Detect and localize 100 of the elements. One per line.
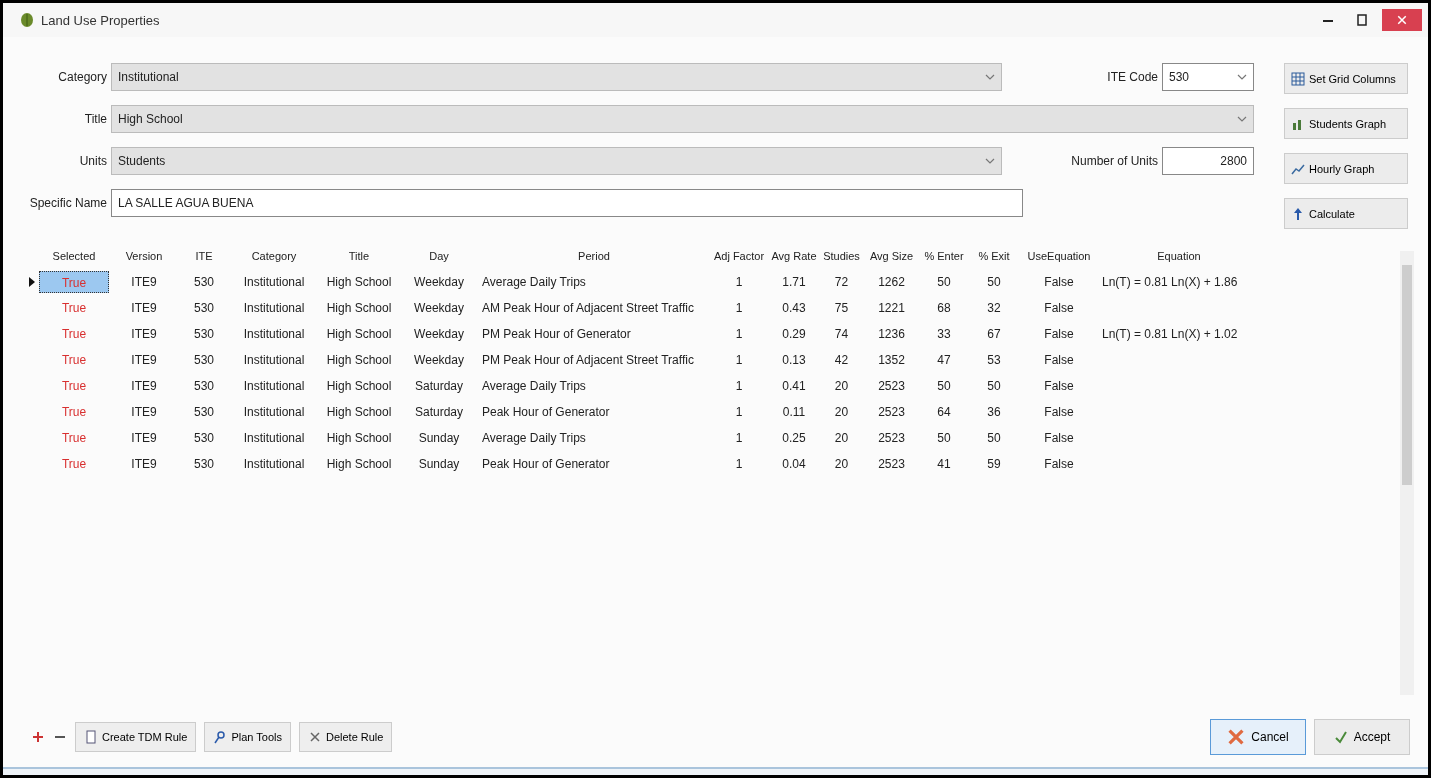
table-cell[interactable]: True	[39, 401, 109, 423]
toolbar-button[interactable]: Plan Tools	[204, 722, 291, 752]
table-cell[interactable]: True	[39, 453, 109, 475]
pin-icon	[213, 730, 228, 744]
column-header[interactable]: Studies	[819, 250, 864, 262]
table-cell-text: False	[1043, 430, 1075, 447]
maximize-icon[interactable]	[1354, 12, 1370, 28]
number-of-units-field[interactable]: 2800	[1162, 147, 1254, 175]
table-cell-text: Sunday	[417, 430, 461, 447]
document-icon	[84, 730, 98, 744]
table-cell-text: 53	[986, 352, 1002, 369]
units-dropdown[interactable]: Students	[111, 147, 1002, 175]
table-cell-text: Weekday	[413, 274, 465, 291]
table-cell-text: ITE9	[130, 430, 158, 447]
table-cell-text: 33	[936, 326, 952, 343]
column-header[interactable]: % Exit	[969, 250, 1019, 262]
specific-name-field[interactable]: LA SALLE AGUA BUENA	[111, 189, 1023, 217]
toolbar-button[interactable]: Delete Rule	[298, 722, 393, 752]
scrollbar[interactable]	[1400, 251, 1414, 695]
title-dropdown[interactable]: High School	[111, 105, 1254, 133]
column-header[interactable]: Category	[229, 250, 319, 262]
table-cell-text: Ln(T) = 0.81 Ln(X) + 1.02	[1101, 326, 1239, 343]
table-cell-text: 530	[193, 352, 215, 369]
table-cell-text: False	[1043, 456, 1075, 473]
window-title: Land Use Properties	[41, 12, 160, 28]
side-button[interactable]: Hourly Graph	[1284, 153, 1408, 184]
column-header[interactable]: Version	[109, 250, 179, 262]
table-cell-text: 20	[833, 404, 850, 421]
table-cell-text: False	[1043, 300, 1075, 317]
table-cell-text: 41	[936, 456, 952, 473]
table-cell-text: 2523	[877, 378, 906, 395]
side-button[interactable]: Students Graph	[1284, 108, 1408, 139]
column-header[interactable]: UseEquation	[1019, 250, 1099, 262]
table-cell-text: ITE9	[130, 352, 158, 369]
table-cell-text: High School	[325, 430, 393, 447]
plus-icon[interactable]	[31, 730, 45, 744]
grid-icon	[1291, 71, 1305, 86]
column-header[interactable]: Day	[399, 250, 479, 262]
column-header[interactable]: % Enter	[919, 250, 969, 262]
table-cell-text: Institutional	[242, 430, 306, 447]
table-cell-text: 530	[193, 404, 215, 421]
dialog-button[interactable]: Accept	[1314, 719, 1410, 755]
table-cell-text: False	[1043, 352, 1075, 369]
ite-code-dropdown[interactable]: 530	[1162, 63, 1254, 91]
table-cell-text: ITE9	[130, 300, 158, 317]
table-cell-text: 0.25	[781, 430, 807, 447]
table-cell-text: High School	[325, 274, 393, 291]
dialog-button[interactable]: Cancel	[1210, 719, 1306, 755]
column-header[interactable]: ITE	[179, 250, 229, 262]
table-cell-text: 64	[936, 404, 952, 421]
side-button[interactable]: Set Grid Columns	[1284, 63, 1408, 94]
field-label: Units	[78, 154, 107, 168]
table-cell-text: 50	[936, 378, 952, 395]
column-header[interactable]: Equation	[1099, 250, 1259, 262]
toolbar-button[interactable]: Create TDM Rule	[75, 722, 197, 752]
chevron-down-icon	[1237, 74, 1247, 80]
column-header[interactable]: Selected	[39, 250, 109, 262]
table-cell[interactable]: True	[39, 297, 109, 319]
table-cell-text: 530	[193, 430, 215, 447]
table-cell-text: 50	[936, 430, 952, 447]
table-cell-text: 67	[986, 326, 1002, 343]
table-cell-text: 20	[833, 456, 850, 473]
table-cell[interactable]: True	[39, 323, 109, 345]
column-header[interactable]: Avg Size	[864, 250, 919, 262]
table-cell[interactable]: True	[39, 427, 109, 449]
table-cell-text: High School	[325, 300, 393, 317]
table-cell-text: 1	[734, 430, 744, 447]
table-cell-text: 1.71	[781, 274, 807, 291]
category-dropdown[interactable]: Institutional	[111, 63, 1002, 91]
table-cell-text: 1	[734, 404, 744, 421]
table-cell-text: Sunday	[417, 456, 461, 473]
column-header[interactable]: Title	[319, 250, 399, 262]
table-cell-text: 1	[734, 352, 744, 369]
table-cell-text: Institutional	[242, 300, 306, 317]
table-cell-text: AM Peak Hour of Adjacent Street Traffic	[481, 300, 695, 317]
table-cell-text: 530	[193, 326, 215, 343]
table-cell[interactable]: True	[39, 375, 109, 397]
column-header[interactable]: Adj Factor	[709, 250, 769, 262]
table-cell-text: 0.13	[781, 352, 807, 369]
column-header[interactable]: Avg Rate	[769, 250, 819, 262]
field-label: ITE Code	[1106, 70, 1158, 84]
table-cell-text: Institutional	[242, 378, 306, 395]
table-cell-text: Saturday	[414, 378, 464, 395]
table-cell-text: Weekday	[413, 352, 465, 369]
table-cell-text: False	[1043, 378, 1075, 395]
table-cell[interactable]: True	[39, 349, 109, 371]
table-cell-text: 2523	[877, 404, 906, 421]
side-button[interactable]: Calculate	[1284, 198, 1408, 229]
table-cell-text: 50	[986, 378, 1002, 395]
table-cell-text: Ln(T) = 0.81 Ln(X) + 1.86	[1101, 274, 1239, 291]
table-cell-text: Weekday	[413, 300, 465, 317]
cross-icon	[307, 730, 322, 744]
table-cell-text: 1	[734, 326, 744, 343]
column-header[interactable]: Period	[479, 250, 709, 262]
close-icon	[1396, 14, 1408, 26]
table-cell-text: 0.43	[781, 300, 807, 317]
table-cell-text: Institutional	[242, 274, 306, 291]
table-cell-text: 75	[833, 300, 850, 317]
table-cell-text: 20	[833, 378, 850, 395]
cross-icon	[1227, 728, 1246, 746]
